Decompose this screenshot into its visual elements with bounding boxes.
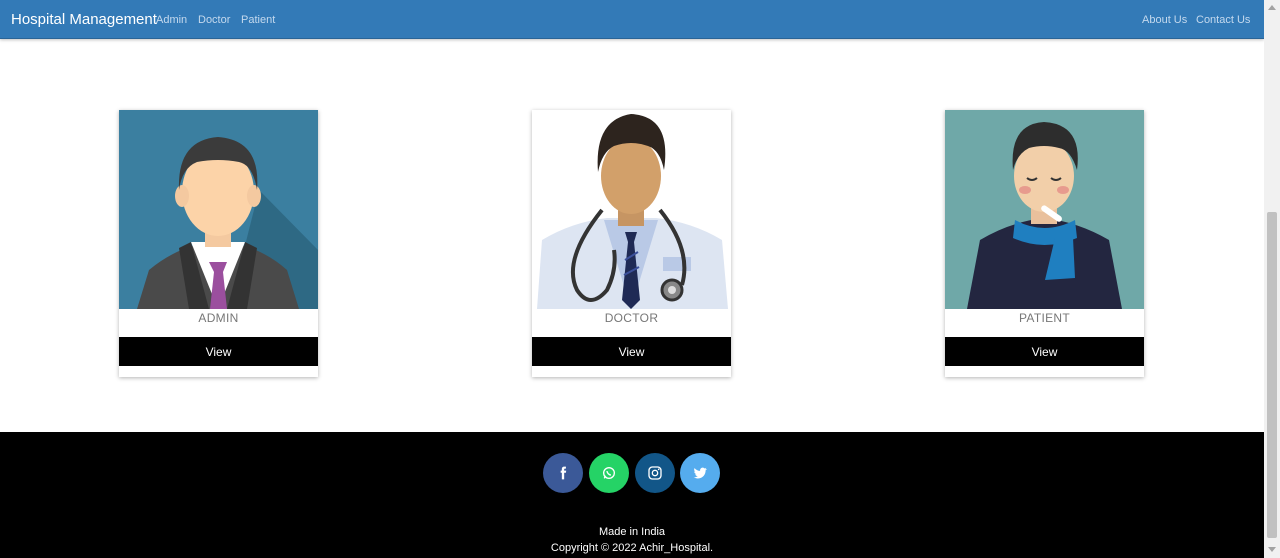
doctor-card: DOCTOR View <box>532 110 731 377</box>
patient-view-button[interactable]: View <box>945 337 1144 366</box>
admin-label: ADMIN <box>198 311 239 325</box>
patient-card: PATIENT View <box>945 110 1144 377</box>
whatsapp-icon[interactable] <box>589 453 629 493</box>
scroll-up-arrow-icon[interactable] <box>1268 5 1276 10</box>
navbar: Hospital Management Admin Doctor Patient… <box>0 0 1264 39</box>
facebook-icon[interactable] <box>543 453 583 493</box>
patient-avatar-image <box>945 110 1144 309</box>
doctor-view-button[interactable]: View <box>532 337 731 366</box>
vertical-scrollbar[interactable] <box>1264 0 1280 558</box>
nav-link-patient[interactable]: Patient <box>241 14 275 26</box>
scroll-thumb[interactable] <box>1267 212 1277 538</box>
page: Hospital Management Admin Doctor Patient… <box>0 0 1280 558</box>
admin-view-button[interactable]: View <box>119 337 318 366</box>
nav-link-contact-us[interactable]: Contact Us <box>1196 14 1250 26</box>
doctor-avatar-image <box>532 110 731 309</box>
twitter-icon[interactable] <box>680 453 720 493</box>
made-in-text: Made in India <box>598 526 666 538</box>
admin-avatar-image <box>119 110 318 309</box>
admin-card: ADMIN View <box>119 110 318 377</box>
copyright-text: Copyright © 2022 Achir_Hospital. <box>550 542 714 554</box>
patient-label: PATIENT <box>1019 311 1070 325</box>
scroll-down-arrow-icon[interactable] <box>1268 547 1276 552</box>
navbar-brand[interactable]: Hospital Management <box>11 11 157 28</box>
nav-link-admin[interactable]: Admin <box>156 14 187 26</box>
instagram-icon[interactable] <box>635 453 675 493</box>
nav-link-doctor[interactable]: Doctor <box>198 14 230 26</box>
doctor-label: DOCTOR <box>604 311 659 325</box>
nav-link-about-us[interactable]: About Us <box>1142 14 1187 26</box>
footer: Made in India Copyright © 2022 Achir_Hos… <box>0 432 1264 558</box>
